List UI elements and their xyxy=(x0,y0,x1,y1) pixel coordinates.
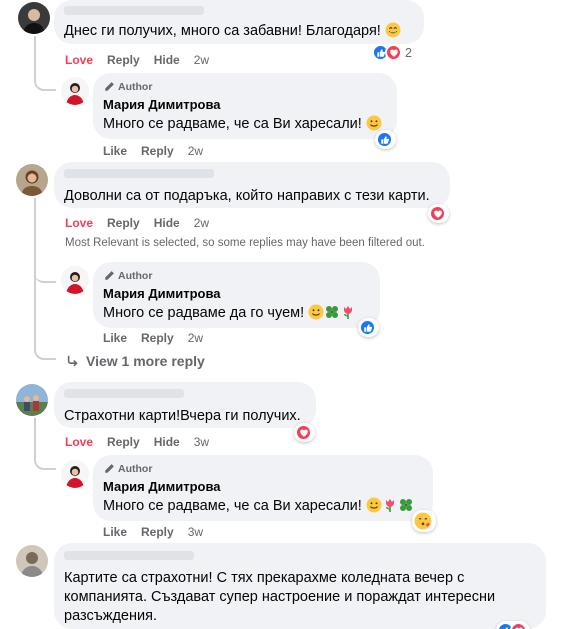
reply-age[interactable]: 2w xyxy=(188,144,203,158)
comment-bubble: Картите са страхотни! С тях прекарахме к… xyxy=(54,543,546,629)
smiling-face-icon xyxy=(366,497,382,513)
pencil-icon xyxy=(103,81,115,93)
reply-actions: Like Reply 2w xyxy=(103,331,217,345)
reply-button[interactable]: Reply xyxy=(141,331,174,345)
author-avatar[interactable] xyxy=(61,77,89,105)
smiling-face-icon xyxy=(308,304,324,320)
filter-notice: Most Relevant is selected, so some repli… xyxy=(65,237,425,249)
love-reaction-icon xyxy=(429,205,446,222)
reaction-count: 2 xyxy=(405,45,412,60)
author-name[interactable]: Мария Димитрова xyxy=(103,479,221,494)
reply-text: Много се радваме, че са Ви харесали! xyxy=(103,497,414,516)
author-badge: Author xyxy=(103,270,152,282)
commenter-name-redacted[interactable] xyxy=(64,169,214,178)
view-more-replies-link[interactable]: View 1 more reply xyxy=(66,353,205,369)
commenter-avatar[interactable] xyxy=(16,384,48,416)
reply-age[interactable]: 2w xyxy=(188,331,203,345)
thread-connector xyxy=(34,330,56,360)
reply-reactions[interactable] xyxy=(412,510,436,532)
reply-bubble: Author Мария Димитрова Много се радваме,… xyxy=(93,73,397,139)
comment-reactions[interactable] xyxy=(428,204,449,223)
comment-bubble: Страхотни карти!Вчера ги получих. xyxy=(54,382,316,428)
author-avatar[interactable] xyxy=(61,266,89,294)
like-reaction-icon xyxy=(359,319,376,336)
reply-text: Много се радваме, че са Ви харесали! xyxy=(103,115,382,134)
author-badge: Author xyxy=(103,81,152,93)
comment-age[interactable]: 3w xyxy=(194,435,209,449)
reply-actions: Like Reply 2w xyxy=(103,144,217,158)
four-leaf-clover-icon xyxy=(398,497,414,513)
hide-button[interactable]: Hide xyxy=(154,435,180,449)
comment-text: Картите са страхотни! С тях прекарахме к… xyxy=(64,570,496,624)
tulip-icon xyxy=(340,304,356,320)
commenter-name-redacted[interactable] xyxy=(64,6,204,15)
comment-actions: Love Reply Hide 2w xyxy=(65,53,223,67)
comment-text: Доволни са от подаръка, който направих с… xyxy=(64,188,430,204)
comment-reactions[interactable]: 2 xyxy=(372,44,412,61)
tulip-icon xyxy=(382,497,398,513)
reply-button[interactable]: Reply xyxy=(141,144,174,158)
reply-button[interactable]: Reply xyxy=(141,525,174,539)
comment-reactions[interactable] xyxy=(294,423,315,442)
grinning-face-icon xyxy=(385,22,401,38)
reply-button[interactable]: Reply xyxy=(107,435,140,449)
love-reaction-icon xyxy=(510,622,527,629)
comment-bubble: Днес ги получих, много са забавни! Благо… xyxy=(54,0,424,44)
love-button[interactable]: Love xyxy=(65,53,93,67)
pencil-icon xyxy=(103,270,115,282)
pencil-icon xyxy=(103,463,115,475)
reply-bubble: Author Мария Димитрова Много се радваме … xyxy=(93,262,380,328)
four-leaf-clover-icon xyxy=(324,304,340,320)
love-reaction-icon xyxy=(295,424,312,441)
reply-reactions[interactable] xyxy=(358,318,379,337)
author-badge: Author xyxy=(103,463,152,475)
reply-reactions[interactable] xyxy=(375,130,396,149)
like-button[interactable]: Like xyxy=(103,525,127,539)
like-button[interactable]: Like xyxy=(103,331,127,345)
love-reaction-icon xyxy=(385,44,402,61)
comment-age[interactable]: 2w xyxy=(194,53,209,67)
comment-actions: Love Reply Hide 2w xyxy=(65,216,223,230)
reply-button[interactable]: Reply xyxy=(107,216,140,230)
thread-connector xyxy=(34,250,56,283)
like-reaction-icon xyxy=(376,131,393,148)
like-button[interactable]: Like xyxy=(103,144,127,158)
comment-reactions[interactable] xyxy=(496,621,530,629)
reply-button[interactable]: Reply xyxy=(107,53,140,67)
reply-arrow-icon xyxy=(66,354,80,368)
comment-actions: Love Reply Hide 3w xyxy=(65,435,223,449)
hide-button[interactable]: Hide xyxy=(154,53,180,67)
commenter-avatar[interactable] xyxy=(18,2,50,34)
love-button[interactable]: Love xyxy=(65,435,93,449)
thread-connector xyxy=(34,418,56,470)
hide-button[interactable]: Hide xyxy=(154,216,180,230)
commenter-name-redacted[interactable] xyxy=(64,389,184,398)
commenter-avatar[interactable] xyxy=(16,545,48,577)
reply-actions: Like Reply 3w xyxy=(103,525,217,539)
comment-bubble: Доволни са от подаръка, който направих с… xyxy=(54,162,450,208)
author-name[interactable]: Мария Димитрова xyxy=(103,97,221,112)
reply-age[interactable]: 3w xyxy=(188,525,203,539)
comment-text: Страхотни карти!Вчера ги получих. xyxy=(64,408,301,424)
reply-text: Много се радваме да го чуем! xyxy=(103,304,356,323)
comment-text: Днес ги получих, много са забавни! Благо… xyxy=(64,22,401,41)
thread-connector xyxy=(34,36,56,91)
author-avatar[interactable] xyxy=(61,460,89,488)
love-button[interactable]: Love xyxy=(65,216,93,230)
reply-bubble: Author Мария Димитрова Много се радваме,… xyxy=(93,455,433,521)
comment-age[interactable]: 2w xyxy=(194,216,209,230)
commenter-avatar[interactable] xyxy=(16,164,48,196)
kiss-face-reaction-icon xyxy=(413,511,433,531)
smiling-face-icon xyxy=(366,115,382,131)
author-name[interactable]: Мария Димитрова xyxy=(103,286,221,301)
commenter-name-redacted[interactable] xyxy=(64,551,194,560)
